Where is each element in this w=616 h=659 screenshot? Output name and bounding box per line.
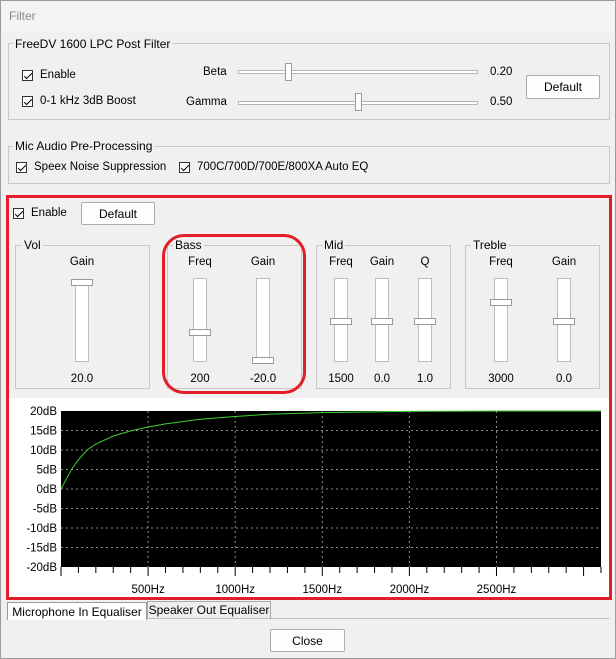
- mic-preprocessing-legend: Mic Audio Pre-Processing: [13, 139, 155, 153]
- y-tick-label: 0dB: [37, 484, 58, 496]
- treble-freq-value: 3000: [488, 373, 514, 385]
- y-tick-label: -10dB: [26, 523, 57, 535]
- bass-gain-slider-thumb[interactable]: [252, 357, 274, 364]
- x-tick-label: 1500Hz: [302, 584, 342, 596]
- window-title: Filter: [9, 9, 36, 23]
- x-tick-label: 500Hz: [131, 584, 164, 596]
- frequency-response-chart: 20dB 15dB 10dB 5dB 0dB -5dB -10dB -15dB -20dB 50…: [9, 398, 609, 598]
- mid-gain-label: Gain: [369, 256, 395, 268]
- treble-freq-label: Freq: [489, 256, 513, 268]
- bass-legend: Bass: [173, 238, 204, 252]
- mid-gain-value: 0.0: [374, 373, 390, 385]
- lpc-post-filter-legend: FreeDV 1600 LPC Post Filter: [13, 37, 173, 51]
- vol-gain-slider-track[interactable]: [75, 281, 89, 362]
- checkbox-checked-icon: [16, 161, 27, 173]
- lpc-enable-label: Enable: [40, 69, 76, 81]
- mid-freq-value: 1500: [328, 373, 354, 385]
- eq-enable-checkbox[interactable]: Enable: [13, 207, 67, 219]
- beta-value: 0.20: [490, 66, 513, 78]
- beta-label: Beta: [203, 66, 227, 78]
- mid-gain-slider-thumb[interactable]: [371, 318, 393, 325]
- eq-enable-label: Enable: [31, 207, 67, 219]
- y-tick-label: 10dB: [30, 445, 57, 457]
- y-tick-label: -15dB: [26, 543, 57, 555]
- close-button[interactable]: Close: [270, 629, 345, 652]
- checkbox-checked-icon: [22, 95, 33, 107]
- bass-freq-slider-thumb[interactable]: [189, 328, 211, 336]
- y-tick-label: 20dB: [30, 406, 57, 418]
- bass-gain-label: Gain: [250, 256, 276, 268]
- treble-gain-slider-thumb[interactable]: [553, 318, 575, 325]
- treble-legend: Treble: [471, 238, 509, 252]
- speex-label: Speex Noise Suppression: [34, 161, 167, 173]
- y-tick-label: -20dB: [26, 562, 57, 574]
- vol-gain-slider-thumb[interactable]: [71, 279, 93, 286]
- y-tick-label: -5dB: [33, 504, 58, 516]
- beta-slider-thumb[interactable]: [284, 63, 292, 81]
- gamma-label: Gamma: [186, 96, 227, 108]
- gamma-slider-thumb[interactable]: [354, 93, 362, 111]
- speex-checkbox[interactable]: Speex Noise Suppression: [16, 161, 166, 173]
- x-tick-label: 2000Hz: [390, 584, 430, 596]
- mid-freq-slider-thumb[interactable]: [330, 318, 352, 325]
- lpc-enable-checkbox[interactable]: Enable: [22, 69, 76, 81]
- tab-microphone-in-equaliser[interactable]: Microphone In Equaliser: [7, 602, 147, 620]
- checkbox-checked-icon: [179, 161, 190, 173]
- treble-freq-slider-track[interactable]: [494, 278, 508, 362]
- checkbox-checked-icon: [22, 69, 33, 81]
- treble-gain-value: 0.0: [556, 373, 572, 385]
- auto-eq-checkbox[interactable]: 700C/700D/700E/800XA Auto EQ: [179, 161, 368, 173]
- mid-legend: Mid: [322, 238, 346, 252]
- bass-gain-value: -20.0: [249, 373, 277, 385]
- vol-legend: Vol: [22, 238, 43, 252]
- mid-q-slider-thumb[interactable]: [414, 318, 436, 325]
- beta-slider-track[interactable]: [238, 70, 478, 74]
- bass-gain-slider-track[interactable]: [256, 278, 270, 362]
- boost-checkbox[interactable]: 0-1 kHz 3dB Boost: [22, 95, 136, 107]
- treble-gain-label: Gain: [551, 256, 577, 268]
- y-tick-label: 5dB: [37, 465, 58, 477]
- mid-q-value: 1.0: [417, 373, 433, 385]
- bass-freq-label: Freq: [188, 256, 212, 268]
- auto-eq-label: 700C/700D/700E/800XA Auto EQ: [197, 161, 369, 173]
- x-tick-label: 2500Hz: [477, 584, 517, 596]
- bass-freq-slider-track[interactable]: [193, 278, 207, 362]
- y-tick-label: 15dB: [30, 426, 57, 438]
- mid-q-label: Q: [420, 256, 430, 268]
- tab-speaker-out-equaliser[interactable]: Speaker Out Equaliser: [147, 601, 271, 618]
- gamma-value: 0.50: [490, 96, 513, 108]
- vol-gain-value: 20.0: [70, 373, 94, 385]
- treble-freq-slider-thumb[interactable]: [490, 299, 512, 307]
- title-bar: Filter: [0, 0, 616, 32]
- mid-freq-label: Freq: [329, 256, 353, 268]
- lpc-default-button[interactable]: Default: [526, 75, 600, 99]
- lpc-post-filter-group: [8, 43, 610, 120]
- bass-freq-value: 200: [190, 373, 210, 385]
- checkbox-checked-icon: [13, 207, 24, 219]
- boost-label: 0-1 kHz 3dB Boost: [40, 95, 136, 107]
- vol-gain-label: Gain: [69, 256, 95, 268]
- eq-default-button[interactable]: Default: [81, 202, 155, 225]
- x-tick-label: 1000Hz: [215, 584, 255, 596]
